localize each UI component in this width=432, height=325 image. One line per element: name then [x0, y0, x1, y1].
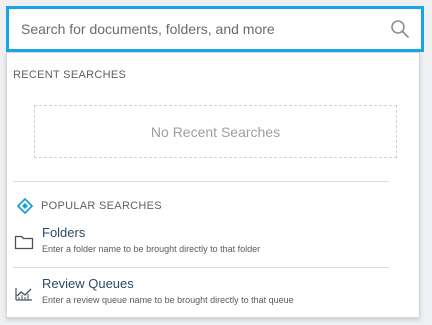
diamond-icon [16, 197, 34, 215]
page: RECENT SEARCHES No Recent Searches POPUL… [0, 0, 432, 325]
popular-searches-header: POPULAR SEARCHES [16, 197, 162, 215]
search-input[interactable] [9, 9, 389, 49]
review-queue-icon [14, 284, 36, 302]
search-bar[interactable] [6, 6, 424, 52]
search-icon[interactable] [389, 18, 411, 40]
popular-item-folders[interactable]: Folders Enter a folder name to be brough… [13, 225, 389, 256]
divider [13, 267, 389, 268]
search-dropdown: RECENT SEARCHES No Recent Searches POPUL… [6, 52, 420, 318]
popular-item-title: Review Queues [42, 276, 134, 291]
popular-item-review-queues[interactable]: Review Queues Enter a review queue name … [13, 276, 389, 307]
divider [13, 181, 389, 182]
empty-state-label: No Recent Searches [150, 123, 281, 140]
popular-item-title: Folders [42, 225, 86, 240]
recent-searches-empty: No Recent Searches [34, 105, 397, 158]
folder-icon [14, 233, 36, 251]
popular-item-description: Enter a review queue name to be brought … [42, 295, 294, 305]
popular-item-description: Enter a folder name to be brought direct… [42, 244, 261, 254]
popular-searches-title: POPULAR SEARCHES [41, 200, 162, 212]
recent-searches-title: RECENT SEARCHES [13, 69, 127, 81]
